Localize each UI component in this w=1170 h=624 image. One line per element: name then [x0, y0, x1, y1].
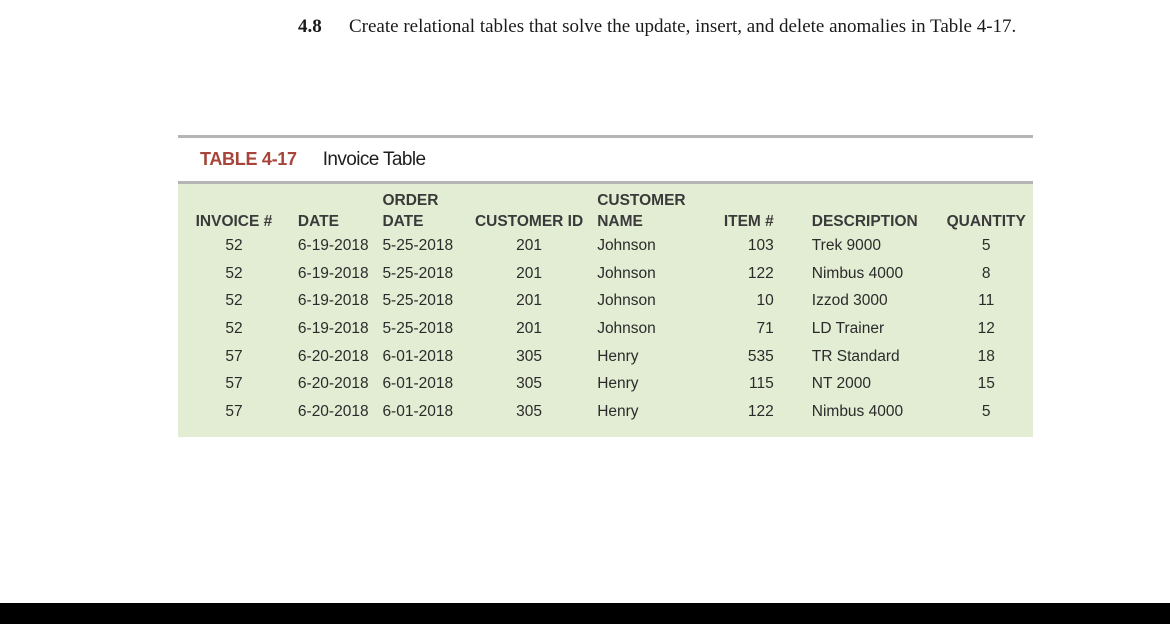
cell-invoice-number: 57	[225, 375, 243, 393]
cell-quantity: 12	[977, 320, 995, 338]
cell-quantity: 5	[981, 237, 991, 255]
cell-description: TR Standard	[811, 347, 900, 365]
invoice-table-block: TABLE 4-17 Invoice Table INVOICE # DATE …	[178, 135, 1033, 437]
header-description: DESCRIPTION	[811, 213, 918, 230]
cell-description: LD Trainer	[811, 320, 885, 338]
table-caption: TABLE 4-17 Invoice Table	[178, 138, 1033, 181]
cell-customer-name: Henry	[597, 402, 639, 420]
cell-customer-id: 305	[516, 402, 543, 420]
table-body-background: INVOICE # DATE ORDER DATE CUSTOMER ID CUS…	[178, 184, 1033, 437]
bottom-black-band	[0, 603, 1170, 624]
cell-order-date: 5-25-2018	[382, 292, 454, 310]
cell-customer-name: Johnson	[597, 237, 656, 255]
cell-customer-name: Johnson	[597, 320, 656, 338]
cell-date: 6-19-2018	[297, 237, 369, 255]
table-row: 57 6-20-2018 6-01-2018 305 Henry 115 NT …	[178, 370, 1033, 398]
header-customer-name: CUSTOMER NAME	[597, 192, 686, 230]
cell-quantity: 15	[977, 375, 995, 393]
cell-item-number: 103	[747, 237, 774, 255]
table-rows: 52 6-19-2018 5-25-2018 201 Johnson 103 T…	[178, 232, 1033, 425]
cell-order-date: 5-25-2018	[382, 237, 454, 255]
header-order-date: ORDER DATE	[382, 192, 439, 230]
cell-customer-name: Henry	[597, 375, 639, 393]
cell-item-number: 122	[747, 402, 774, 420]
cell-invoice-number: 52	[225, 237, 243, 255]
cell-invoice-number: 52	[225, 320, 243, 338]
cell-customer-name: Johnson	[597, 292, 656, 310]
cell-customer-name: Johnson	[597, 264, 656, 282]
cell-customer-id: 201	[516, 320, 543, 338]
cell-order-date: 5-25-2018	[382, 320, 454, 338]
header-customer-id: CUSTOMER ID	[474, 213, 584, 230]
cell-customer-id: 201	[516, 292, 543, 310]
cell-order-date: 6-01-2018	[382, 375, 454, 393]
cell-quantity: 8	[981, 264, 991, 282]
header-date: DATE	[297, 213, 339, 230]
cell-customer-name: Henry	[597, 347, 639, 365]
table-title: Invoice Table	[322, 148, 426, 170]
cell-quantity: 18	[977, 347, 995, 365]
cell-item-number: 71	[756, 320, 774, 338]
header-quantity: QUANTITY	[946, 213, 1026, 230]
cell-item-number: 115	[749, 375, 774, 393]
cell-description: Trek 9000	[811, 237, 881, 255]
table-label: TABLE 4-17	[200, 149, 297, 169]
header-item-number: ITEM #	[723, 213, 774, 230]
cell-item-number: 535	[747, 347, 774, 365]
cell-date: 6-19-2018	[297, 320, 369, 338]
table-row: 52 6-19-2018 5-25-2018 201 Johnson 122 N…	[178, 260, 1033, 288]
table-row: 52 6-19-2018 5-25-2018 201 Johnson 71 LD…	[178, 315, 1033, 343]
cell-customer-id: 305	[516, 375, 543, 393]
cell-description: Nimbus 4000	[811, 264, 904, 282]
cell-order-date: 6-01-2018	[382, 347, 454, 365]
cell-customer-id: 201	[516, 237, 543, 255]
exercise-number: 4.8	[298, 16, 322, 37]
cell-invoice-number: 52	[225, 264, 243, 282]
cell-item-number: 10	[756, 292, 774, 310]
cell-date: 6-20-2018	[297, 347, 369, 365]
exercise-text: Create relational tables that solve the …	[349, 16, 1017, 37]
table-row: 57 6-20-2018 6-01-2018 305 Henry 122 Nim…	[178, 398, 1033, 426]
cell-customer-id: 305	[516, 347, 543, 365]
cell-description: NT 2000	[811, 375, 871, 393]
cell-item-number: 122	[747, 264, 774, 282]
cell-invoice-number: 57	[225, 402, 243, 420]
cell-invoice-number: 52	[225, 292, 243, 310]
cell-date: 6-20-2018	[297, 375, 369, 393]
table-row: 52 6-19-2018 5-25-2018 201 Johnson 103 T…	[178, 232, 1033, 260]
cell-quantity: 5	[981, 402, 991, 420]
table-row: 57 6-20-2018 6-01-2018 305 Henry 535 TR …	[178, 342, 1033, 370]
cell-date: 6-19-2018	[297, 292, 369, 310]
cell-order-date: 5-25-2018	[382, 264, 454, 282]
cell-invoice-number: 57	[225, 347, 243, 365]
cell-order-date: 6-01-2018	[382, 402, 454, 420]
invoice-table: INVOICE # DATE ORDER DATE CUSTOMER ID CUS…	[178, 190, 1033, 425]
cell-customer-id: 201	[516, 264, 543, 282]
table-row: 52 6-19-2018 5-25-2018 201 Johnson 10 Iz…	[178, 287, 1033, 315]
cell-description: Izzod 3000	[811, 292, 888, 310]
document-page: 4.8 Create relational tables that solve …	[0, 0, 1170, 624]
cell-description: Nimbus 4000	[811, 402, 904, 420]
header-invoice-number: INVOICE #	[195, 213, 273, 230]
cell-date: 6-20-2018	[297, 402, 369, 420]
cell-quantity: 11	[978, 292, 995, 310]
cell-date: 6-19-2018	[297, 264, 369, 282]
table-header-row: INVOICE # DATE ORDER DATE CUSTOMER ID CUS…	[178, 190, 1033, 232]
